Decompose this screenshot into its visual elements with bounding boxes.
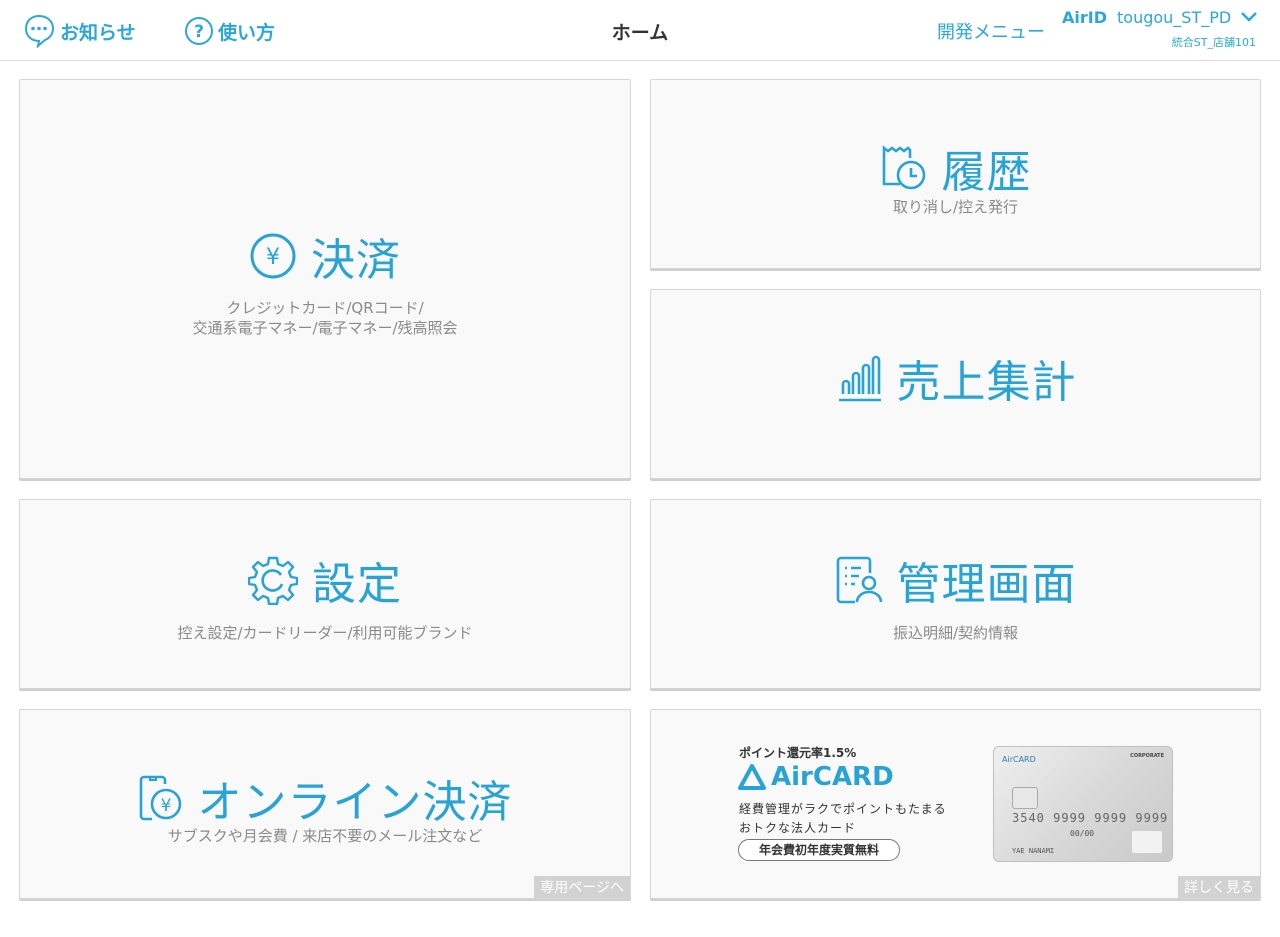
- aircard-triangle-icon: [738, 764, 766, 790]
- aircard-card-image: AirCARD CORPORATE 3540 9999 9999 9999 00…: [993, 746, 1173, 862]
- page-title: ホーム: [611, 22, 669, 44]
- airid-logo: AirID: [1062, 8, 1107, 27]
- sales-label: 売上集計: [896, 357, 1077, 408]
- online-payment-tile[interactable]: ¥ オンライン決済 サブスクや月会費 / 来店不要のメール注文など 専用ページへ: [19, 709, 631, 899]
- store-name: 統合ST_店舗101: [1171, 36, 1256, 49]
- history-sub: 取り消し/控え発行: [892, 198, 1019, 216]
- bar-chart-icon: [838, 355, 881, 402]
- payment-sub-line1: クレジットカード/QRコード/: [226, 299, 424, 317]
- ad-details-link[interactable]: 詳しく見る: [1178, 876, 1260, 898]
- aircard-ad-tile[interactable]: ポイント還元率1.5% AirCARD 経費管理がラクでポイントもたまる おトク…: [650, 709, 1261, 899]
- ad-desc-line2: おトクな法人カード: [739, 821, 857, 835]
- online-payment-sub: サブスクや月会費 / 来店不要のメール注文など: [167, 827, 483, 845]
- history-tile[interactable]: 履歴 取り消し/控え発行: [650, 79, 1261, 269]
- user-name: tougou_ST_PD: [1117, 8, 1232, 27]
- receipt-clock-icon: [882, 145, 925, 190]
- admin-tile[interactable]: 管理画面 振込明細/契約情報: [650, 499, 1261, 689]
- settings-tile[interactable]: 設定 控え設定/カードリーダー/利用可能ブランド: [19, 499, 631, 689]
- admin-sub: 振込明細/契約情報: [892, 624, 1019, 642]
- card-number: 3540 9999 9999 9999: [1012, 811, 1169, 825]
- card-expiry: 00/00: [1070, 829, 1095, 838]
- card-brand-mark: [1132, 831, 1162, 853]
- howto-button[interactable]: ? 使い方: [184, 14, 275, 48]
- svg-text:¥: ¥: [160, 796, 171, 816]
- online-payment-label: オンライン決済: [197, 777, 513, 828]
- payment-sub-line2: 交通系電子マネー/電子マネー/残高照会: [192, 319, 458, 337]
- aircard-logo-text: AirCARD: [771, 762, 894, 792]
- card-holder-name: YAE NANAMI: [1012, 847, 1055, 855]
- settings-label: 設定: [312, 559, 402, 610]
- mobile-yen-icon: ¥: [139, 775, 181, 821]
- history-label: 履歴: [941, 147, 1032, 198]
- sales-tile[interactable]: 売上集計: [650, 289, 1261, 479]
- svg-text:¥: ¥: [266, 245, 280, 270]
- aircard-logo: AirCARD: [737, 762, 894, 792]
- user-document-icon: [836, 556, 882, 604]
- chevron-down-icon[interactable]: [1240, 10, 1258, 24]
- yen-coin-icon: ¥: [250, 233, 296, 279]
- top-bar: お知らせ ? 使い方 ホーム 開発メニュー AirID tougou_ST_PD…: [0, 0, 1280, 61]
- card-chip: [1012, 787, 1038, 809]
- help-icon: ?: [185, 17, 213, 45]
- settings-sub: 控え設定/カードリーダー/利用可能ブランド: [177, 624, 473, 642]
- card-corporate-mark: CORPORATE: [1130, 753, 1164, 759]
- chat-bubble-icon: [24, 14, 55, 48]
- howto-label: 使い方: [218, 21, 276, 44]
- gear-icon: [248, 556, 298, 605]
- account-menu[interactable]: AirID tougou_ST_PD: [1062, 8, 1231, 27]
- ad-point-rate: ポイント還元率1.5%: [739, 746, 857, 760]
- online-page-link[interactable]: 専用ページへ: [534, 876, 630, 898]
- ad-fee-pill: 年会費初年度実質無料: [738, 839, 900, 861]
- admin-label: 管理画面: [896, 559, 1077, 610]
- svg-text:?: ?: [194, 22, 204, 42]
- card-logo: AirCARD: [1002, 755, 1036, 764]
- notice-button[interactable]: お知らせ: [24, 14, 136, 48]
- ad-desc-line1: 経費管理がラクでポイントもたまる: [739, 802, 947, 816]
- payment-label: 決済: [311, 235, 401, 286]
- notice-label: お知らせ: [60, 21, 136, 44]
- dev-menu-link[interactable]: 開発メニュー: [937, 18, 1045, 44]
- payment-tile[interactable]: ¥ 決済 クレジットカード/QRコード/ 交通系電子マネー/電子マネー/残高照会: [19, 79, 631, 479]
